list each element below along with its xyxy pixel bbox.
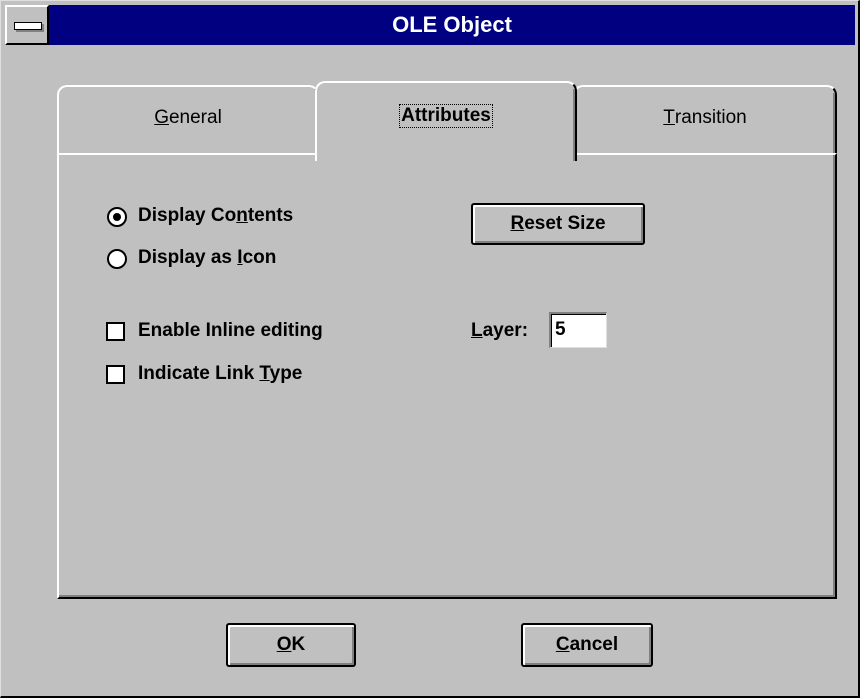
tab-attributes-label: Attributes <box>399 104 493 128</box>
display-contents-radio[interactable] <box>107 207 127 227</box>
indicate-link-type-checkbox[interactable] <box>106 365 125 384</box>
title-bar[interactable]: OLE Object <box>5 5 855 45</box>
enable-inline-editing-label[interactable]: Enable Inline editing <box>138 320 323 342</box>
tab-attributes[interactable]: Attributes <box>315 81 577 161</box>
layer-input[interactable]: 5 <box>549 312 607 348</box>
display-as-icon-radio[interactable] <box>107 249 127 269</box>
display-as-icon-label[interactable]: Display as Icon <box>138 247 276 269</box>
attributes-panel: Display Contents Display as Icon Enable … <box>57 153 837 599</box>
cancel-button[interactable]: Cancel <box>521 623 653 667</box>
window-title: OLE Object <box>392 12 512 37</box>
layer-label: Layer: <box>471 320 529 341</box>
tab-general[interactable]: General <box>57 85 319 155</box>
tab-general-label: General <box>154 107 222 128</box>
reset-size-button[interactable]: Reset Size <box>471 203 645 245</box>
ok-button[interactable]: OK <box>226 623 356 667</box>
tab-transition[interactable]: Transition <box>573 85 837 155</box>
enable-inline-editing-checkbox[interactable] <box>106 322 125 341</box>
ole-object-dialog: OLE Object General Transition Attributes… <box>0 0 860 698</box>
tab-transition-label: Transition <box>663 107 747 128</box>
system-menu-icon[interactable] <box>5 5 49 45</box>
indicate-link-type-label[interactable]: Indicate Link Type <box>138 363 302 385</box>
display-contents-label[interactable]: Display Contents <box>138 205 293 227</box>
